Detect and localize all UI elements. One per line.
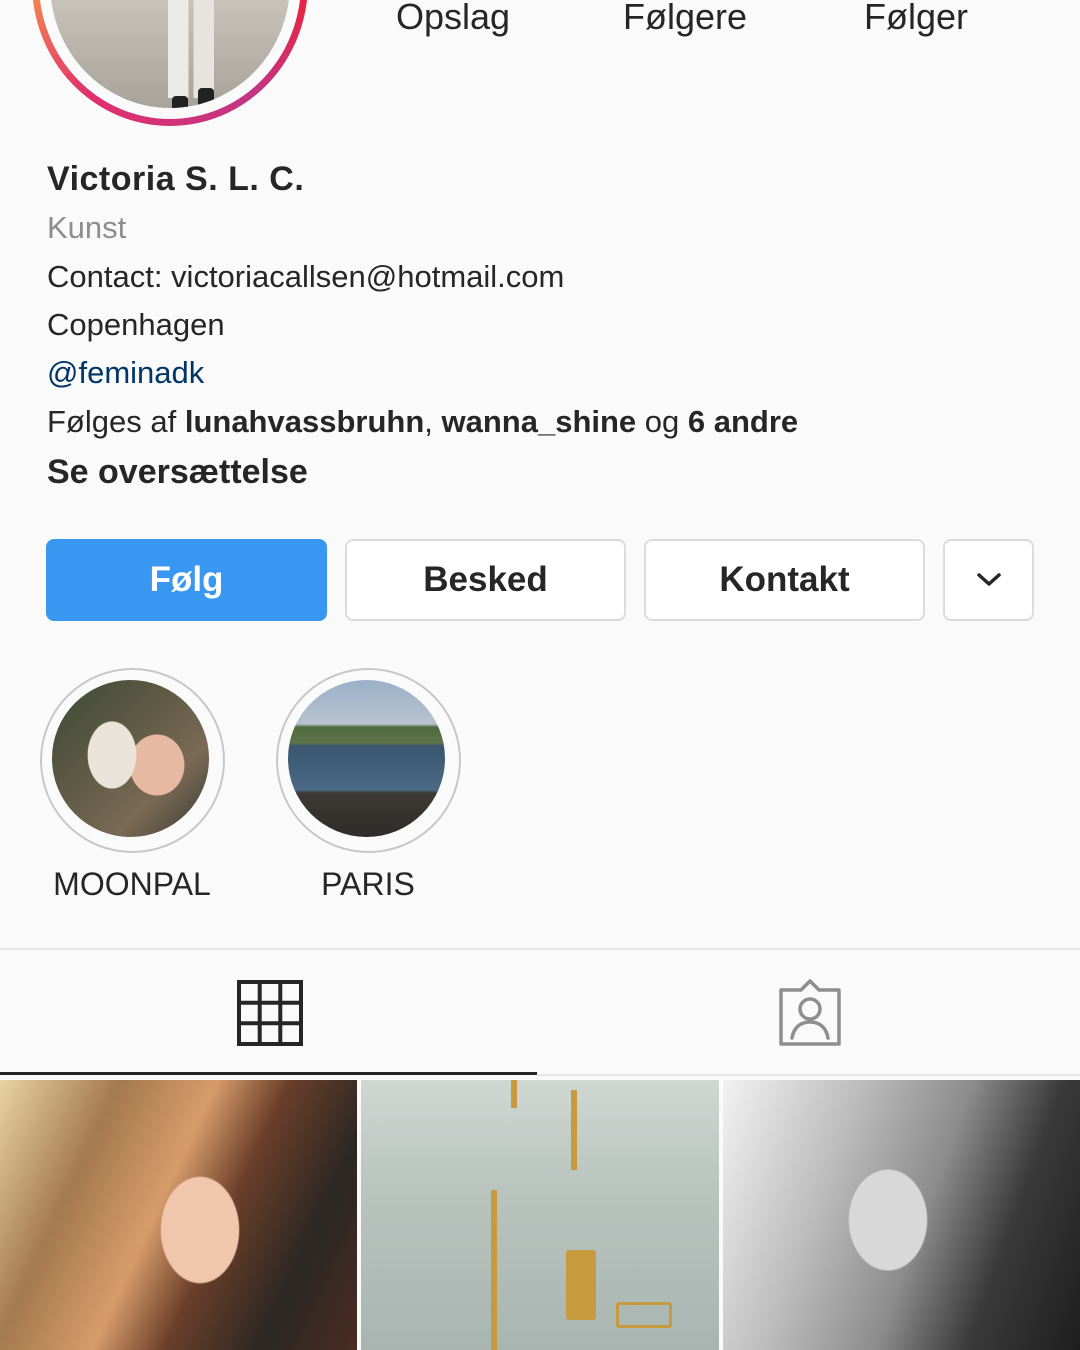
followed-by-separator: ,	[424, 404, 442, 439]
highlight-ring	[40, 668, 225, 853]
stat-posts-label[interactable]: Opslag	[396, 0, 510, 38]
highlight-paris[interactable]	[276, 668, 461, 853]
thumbnail-detail	[511, 1080, 517, 1108]
highlight-label: PARIS	[321, 866, 415, 902]
avatar-photo-shoe	[198, 88, 214, 108]
highlight-ring	[276, 668, 461, 853]
thumbnail-detail	[571, 1090, 577, 1170]
followed-by-prefix: Følges af	[47, 404, 185, 439]
tab-tagged[interactable]	[540, 950, 1080, 1076]
avatar-photo-figure	[168, 0, 214, 98]
profile-category: Kunst	[47, 210, 127, 245]
highlight-cover-image	[52, 680, 209, 837]
contact-button[interactable]: Kontakt	[644, 539, 925, 621]
active-tab-indicator	[0, 1072, 537, 1075]
followed-by-user[interactable]: wanna_shine	[442, 404, 637, 439]
post-thumbnail[interactable]	[723, 1080, 1080, 1350]
post-thumbnail[interactable]	[361, 1080, 719, 1350]
followed-by-and: og	[636, 404, 688, 439]
profile-mention-link[interactable]: @feminadk	[47, 355, 204, 391]
avatar-photo-shoe	[172, 96, 188, 108]
thumbnail-detail	[566, 1250, 596, 1320]
tagged-person-icon	[779, 979, 841, 1046]
message-button[interactable]: Besked	[345, 539, 626, 621]
profile-contact: Contact: victoriacallsen@hotmail.com	[47, 259, 565, 294]
profile-city: Copenhagen	[47, 307, 225, 342]
highlight-moonpal[interactable]	[40, 668, 225, 853]
profile-avatar[interactable]	[32, 0, 308, 126]
profile-name: Victoria S. L. C.	[47, 160, 305, 198]
grid-icon	[237, 980, 303, 1046]
avatar-photo	[50, 0, 290, 108]
tabs-bottom-divider	[537, 1074, 1080, 1076]
followed-by-user[interactable]: lunahvassbruhn	[185, 404, 424, 439]
thumbnail-detail	[616, 1302, 672, 1328]
thumbnail-detail	[491, 1190, 497, 1350]
tab-grid[interactable]	[0, 950, 540, 1076]
suggestions-dropdown-button[interactable]	[943, 539, 1034, 621]
highlight-label: MOONPAL	[53, 866, 211, 902]
post-thumbnail[interactable]	[0, 1080, 357, 1350]
stat-followers-label[interactable]: Følgere	[623, 0, 747, 38]
followed-by-others[interactable]: 6 andre	[688, 404, 798, 439]
highlight-cover-image	[288, 680, 445, 837]
followed-by[interactable]: Følges af lunahvassbruhn, wanna_shine og…	[47, 404, 798, 440]
see-translation-link[interactable]: Se oversættelse	[47, 453, 308, 492]
stat-following-label[interactable]: Følger	[864, 0, 968, 38]
follow-button[interactable]: Følg	[46, 539, 327, 621]
chevron-down-icon	[976, 573, 1001, 586]
